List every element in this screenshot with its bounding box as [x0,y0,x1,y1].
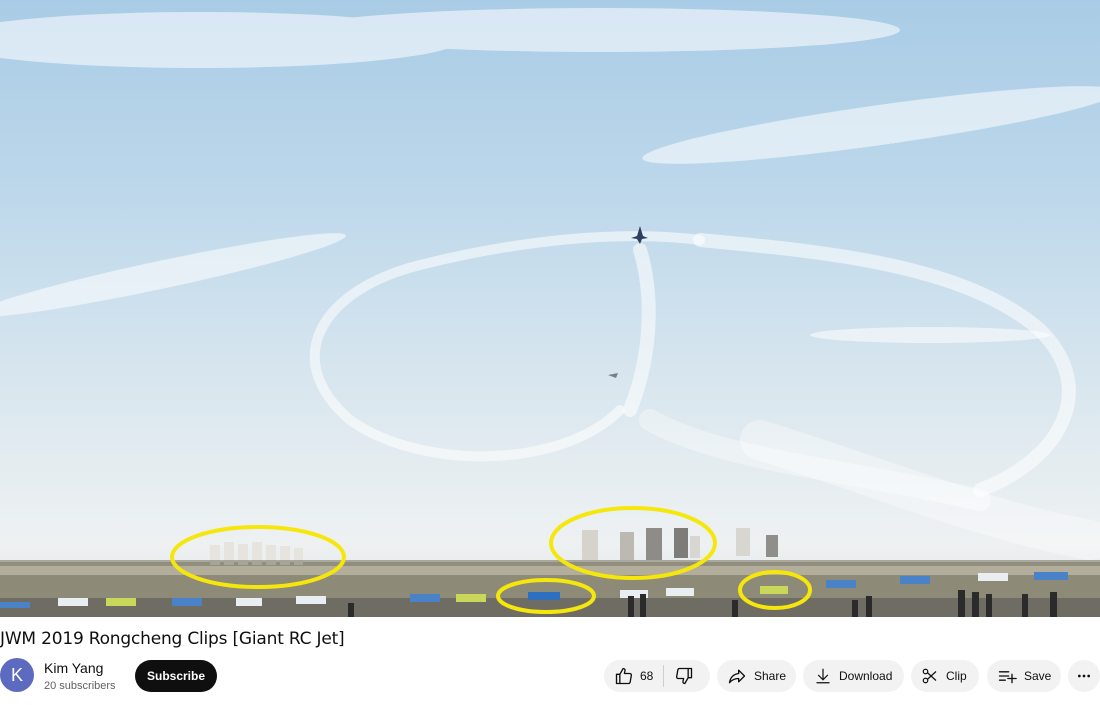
share-button[interactable]: Share [717,660,796,692]
more-horizontal-icon [1076,668,1092,684]
download-label: Download [839,669,893,683]
more-actions-button[interactable] [1068,660,1100,692]
video-title: JWM 2019 Rongcheng Clips [Giant RC Jet] [0,629,345,649]
channel-name[interactable]: Kim Yang [44,660,103,676]
video-player[interactable] [0,0,1100,617]
scissors-icon [921,667,939,685]
like-button[interactable]: 68 [604,660,653,692]
save-label: Save [1024,669,1052,683]
like-dislike-group: 68 [604,660,710,692]
subscriber-count: 20 subscribers [44,680,116,692]
thumbs-up-icon [614,666,634,686]
playlist-add-icon [997,666,1017,686]
share-label: Share [754,669,787,683]
channel-avatar[interactable]: K [0,658,34,692]
share-arrow-icon [727,666,747,686]
download-button[interactable]: Download [803,660,904,692]
download-icon [814,667,832,685]
like-count: 68 [640,669,654,683]
save-button[interactable]: Save [987,660,1061,692]
clouds [0,8,1100,343]
clip-button[interactable]: Clip [911,660,979,692]
city-buildings [210,528,778,565]
subscribe-button[interactable]: Subscribe [135,660,217,692]
video-frame-scene [0,8,1100,617]
thumbs-down-icon [674,666,694,686]
smoke-trails [309,231,1100,560]
clip-label: Clip [946,669,967,683]
dislike-button[interactable] [664,660,704,692]
